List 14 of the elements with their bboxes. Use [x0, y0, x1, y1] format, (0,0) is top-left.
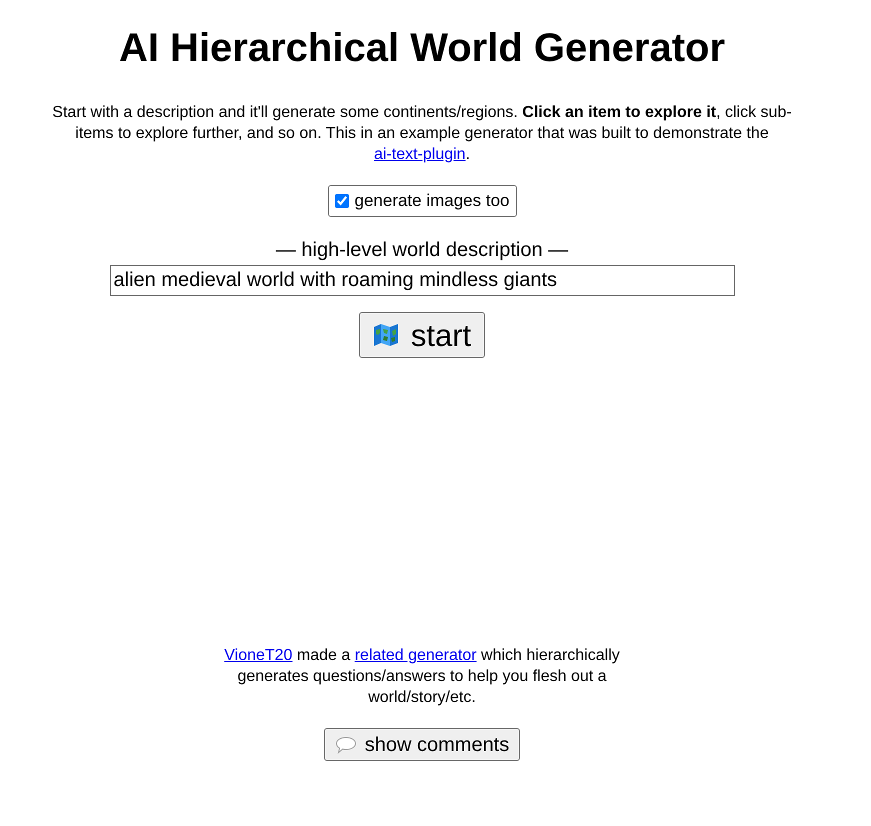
intro-paragraph: Start with a description and it'll generate some continents/regions. Click an item to explore it, click sub-items to explore further, and so on. This in an example generator that was built to demonstrate the ai-text-plugin. [51, 103, 793, 165]
checkbox[interactable] [334, 194, 348, 208]
images-toggle[interactable]: generate images too [328, 185, 516, 217]
start-button[interactable]: start [358, 312, 486, 358]
text-link[interactable]: related generator [354, 647, 477, 664]
map-icon [372, 323, 399, 347]
field-label: — high-level world description — [276, 238, 568, 263]
comments-button[interactable]: show comments [324, 728, 520, 761]
speech-bubble-icon [334, 736, 357, 754]
page-title: AI Hierarchical World Generator [118, 25, 726, 72]
description-field[interactable]: alien medieval world with roaming mindless giants [110, 265, 734, 296]
plugin-link[interactable]: ai-text-plugin [374, 146, 466, 163]
footer-paragraph: VioneT20 made a related generator which hierarchically generates questions/answers to help you flesh out a world/story/etc. [223, 646, 621, 708]
text-link[interactable]: VioneT20 [224, 647, 292, 664]
